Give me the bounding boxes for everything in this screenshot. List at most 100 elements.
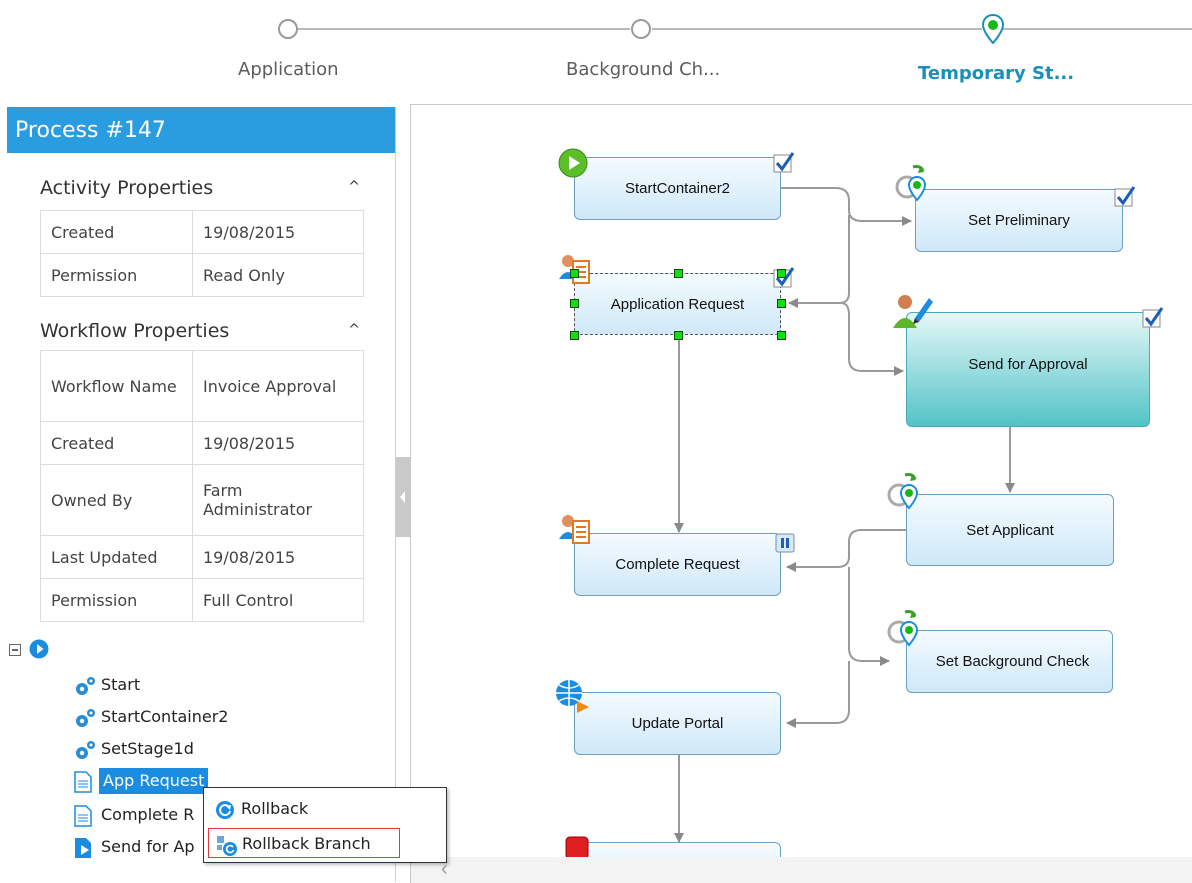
tree-item-label: Start — [101, 675, 141, 694]
resize-handle[interactable] — [570, 269, 579, 278]
resize-handle[interactable] — [674, 269, 683, 278]
stage-connector — [1003, 28, 1192, 30]
property-row: Permission Read Only — [40, 253, 364, 297]
node-label: Send for Approval — [968, 356, 1088, 373]
menu-item-rollback-branch[interactable]: Rollback Branch — [208, 828, 400, 858]
activity-properties-heading: Activity Properties — [40, 177, 214, 199]
workflow-properties-heading: Workflow Properties — [40, 320, 230, 342]
user-document-icon — [558, 511, 596, 554]
property-key: Created — [40, 421, 193, 465]
pause-icon[interactable] — [775, 533, 795, 558]
send-document-icon — [73, 837, 95, 867]
property-key: Last Updated — [40, 535, 193, 579]
property-value: Read Only — [192, 253, 364, 297]
collapse-caret-icon[interactable]: ^ — [348, 322, 360, 338]
node-label: Set Preliminary — [968, 212, 1070, 229]
document-icon — [73, 805, 93, 835]
collapse-caret-icon[interactable]: ^ — [348, 179, 360, 195]
node-label: Set Applicant — [966, 521, 1054, 539]
menu-item-rollback[interactable]: Rollback — [208, 794, 400, 824]
property-key: Created — [40, 210, 193, 254]
resize-handle[interactable] — [777, 299, 786, 308]
workflow-properties-table: Workflow Name Invoice Approval Created 1… — [40, 350, 364, 622]
node-label: Complete Request — [615, 556, 740, 573]
document-icon — [73, 771, 93, 801]
node-set-applicant[interactable]: Set Applicant — [906, 494, 1114, 566]
checkbox-icon[interactable] — [1114, 185, 1136, 212]
property-row: Permission Full Control — [40, 578, 364, 622]
globe-arrow-icon — [553, 677, 593, 722]
horizontal-scrollbar[interactable]: ‹ — [411, 857, 1192, 883]
node-label: StartContainer2 — [624, 180, 731, 197]
node-application-request[interactable]: Application Request — [574, 273, 781, 335]
stage-label-temporary[interactable]: Temporary St... — [918, 63, 1074, 84]
rollback-icon — [215, 800, 235, 830]
workflow-canvas[interactable]: StartContainer2 Set Preliminary Applicat… — [410, 104, 1192, 883]
panel-collapse-handle[interactable] — [396, 457, 410, 537]
tree-item-label: SetStage1d — [101, 739, 194, 758]
stage-tracker: Application Background Ch... Temporary S… — [0, 0, 1192, 100]
gears-icon — [73, 707, 99, 737]
stage-marker-application[interactable] — [278, 19, 298, 39]
property-value: Farm Administrator — [192, 464, 364, 536]
node-label: Set Background Check — [935, 653, 1090, 670]
activity-properties-header[interactable]: Activity Properties ^ — [40, 177, 360, 199]
property-value: 19/08/2015 — [192, 535, 364, 579]
tree-item-label: StartContainer2 — [101, 707, 229, 726]
stage-label-application[interactable]: Application — [238, 59, 339, 80]
node-startcontainer2[interactable]: StartContainer2 — [574, 157, 781, 220]
tree-item-label: Complete R — [101, 805, 195, 824]
workflow-properties-header[interactable]: Workflow Properties ^ — [40, 320, 360, 342]
property-row: Created 19/08/2015 — [40, 421, 364, 465]
resize-handle[interactable] — [570, 299, 579, 308]
node-label: Update Portal — [631, 715, 724, 732]
stage-connector — [652, 28, 982, 30]
property-key: Workflow Name — [40, 350, 193, 422]
panel-title: Process #147 — [7, 107, 395, 153]
connector-to-application-request — [788, 215, 850, 308]
node-complete-request[interactable]: Complete Request — [574, 533, 781, 596]
location-pin-icon — [883, 471, 923, 516]
tree-root-play-icon — [29, 639, 49, 664]
activity-properties-table: Created 19/08/2015 Permission Read Only — [40, 210, 364, 297]
tree-item-label: App Request — [99, 768, 209, 794]
property-row: Workflow Name Invoice Approval — [40, 350, 364, 422]
gears-icon — [73, 739, 99, 769]
menu-item-label: Rollback — [241, 799, 309, 818]
node-set-background-check[interactable]: Set Background Check — [906, 630, 1113, 693]
property-value: 19/08/2015 — [192, 421, 364, 465]
property-row: Owned By Farm Administrator — [40, 464, 364, 536]
context-menu: Rollback Rollback Branch — [203, 787, 447, 863]
property-row: Last Updated 19/08/2015 — [40, 535, 364, 579]
node-update-portal[interactable]: Update Portal — [574, 692, 781, 755]
stage-label-background-check[interactable]: Background Ch... — [566, 59, 720, 80]
menu-item-label: Rollback Branch — [242, 834, 371, 853]
rollback-branch-icon — [216, 835, 238, 867]
gears-icon — [73, 675, 99, 705]
property-value: Full Control — [192, 578, 364, 622]
property-value: Invoice Approval — [192, 350, 364, 422]
location-pin-icon — [883, 608, 923, 653]
connector-applicant-to-complete — [786, 529, 906, 572]
property-key: Owned By — [40, 464, 193, 536]
resize-handle[interactable] — [777, 331, 786, 340]
property-value: 19/08/2015 — [192, 210, 364, 254]
resize-handle[interactable] — [674, 331, 683, 340]
resize-handle[interactable] — [570, 331, 579, 340]
node-send-for-approval[interactable]: Send for Approval — [906, 312, 1150, 427]
resize-handle[interactable] — [777, 269, 786, 278]
property-row: Created 19/08/2015 — [40, 210, 364, 254]
tree-item-label: Send for Ap — [101, 837, 195, 856]
node-set-preliminary[interactable]: Set Preliminary — [915, 189, 1123, 252]
checkbox-icon[interactable] — [773, 151, 795, 178]
user-pen-icon — [891, 290, 933, 337]
process-properties-panel: Process #147 Activity Properties ^ Creat… — [7, 107, 396, 882]
checkbox-icon[interactable] — [1142, 306, 1164, 333]
connector-to-update-portal — [786, 661, 850, 728]
current-stage-pin-icon[interactable] — [981, 13, 1005, 49]
node-label: Application Request — [610, 295, 745, 313]
stage-marker-background-check[interactable] — [631, 19, 651, 39]
collapse-arrow-icon — [400, 491, 405, 503]
tree-collapse-icon[interactable] — [9, 643, 21, 661]
property-key: Permission — [40, 253, 193, 297]
